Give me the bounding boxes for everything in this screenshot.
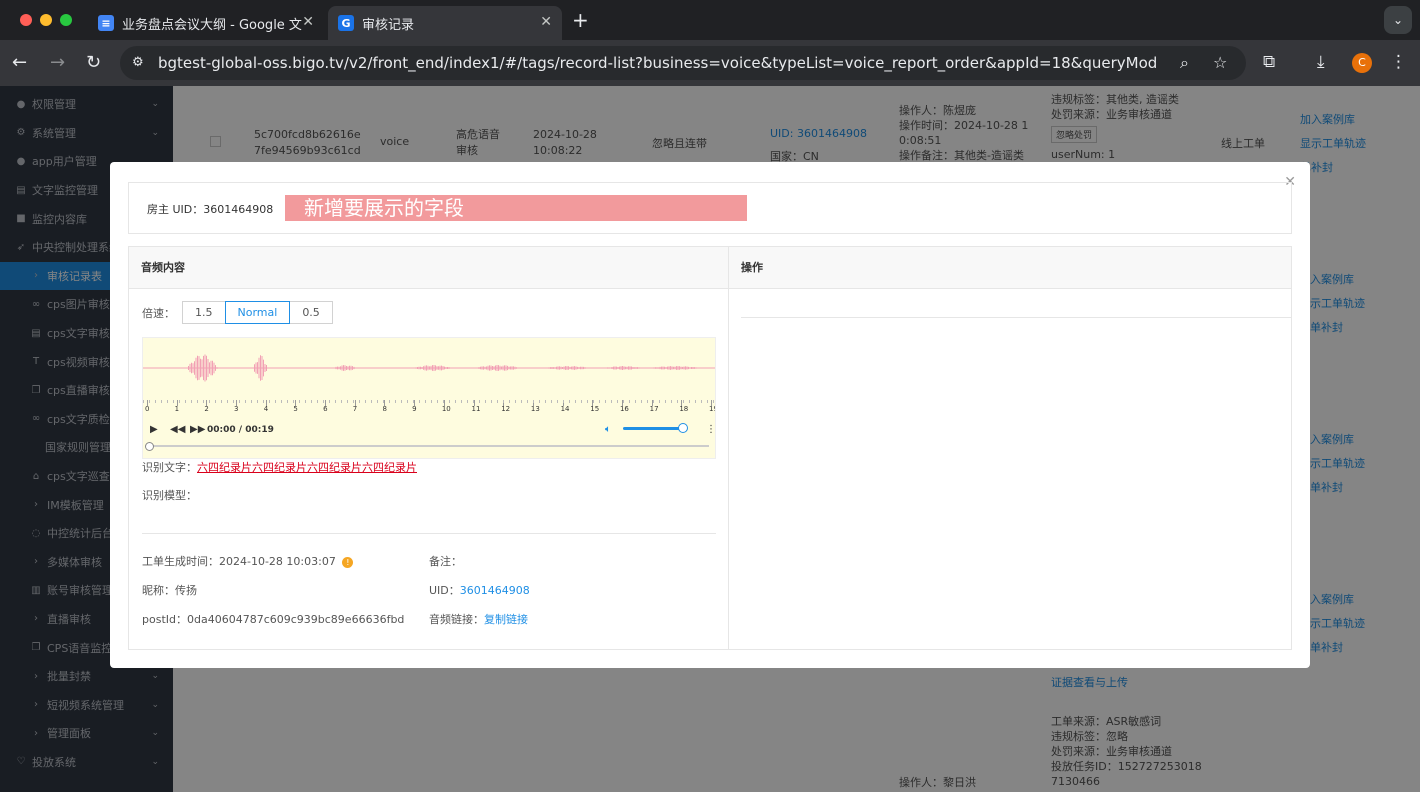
owner-info-box: 房主 UID：3601464908 新增要展示的字段: [128, 182, 1292, 234]
nickname-row: 昵称：传扬: [142, 584, 197, 597]
bookmark-star-icon[interactable]: ☆: [1213, 53, 1227, 72]
play-icon[interactable]: ▶: [150, 424, 158, 435]
browser-tab-records[interactable]: G 审核记录 ✕: [328, 6, 562, 40]
fast-forward-icon[interactable]: ▶▶: [190, 424, 205, 435]
url-text[interactable]: bgtest-global-oss.bigo.tv/v2/front_end/i…: [158, 54, 1158, 72]
minimize-window-button[interactable]: [40, 14, 52, 26]
audio-column: 音频内容 倍速： 1.5 Normal 0.5 0 1 2 3 4 5 6 7 8 9 10 11 12…: [129, 247, 729, 649]
uid-link[interactable]: 3601464908: [460, 584, 530, 597]
timeline-tick-label: 3: [234, 405, 239, 413]
progress-handle[interactable]: [145, 442, 154, 451]
timeline-tick-label: 11: [471, 405, 481, 413]
timeline-baseline: [143, 400, 715, 403]
detail-panel: 音频内容 倍速： 1.5 Normal 0.5 0 1 2 3 4 5 6 7 8 9 10 11 12…: [128, 246, 1292, 650]
operations-header: 操作: [729, 247, 1291, 289]
close-window-button[interactable]: [20, 14, 32, 26]
timeline-tick-label: 12: [501, 405, 511, 413]
timeline-tick-label: 18: [679, 405, 689, 413]
timeline-tick-label: 15: [590, 405, 600, 413]
recognized-text[interactable]: 六四纪录片六四纪录片六四纪录片六四纪录片: [197, 461, 417, 474]
new-field-highlight: 新增要展示的字段: [285, 195, 747, 221]
timeline-tick-label: 10: [441, 405, 451, 413]
operations-column: 操作: [729, 247, 1291, 649]
timeline-tick-label: 1: [174, 405, 180, 413]
close-tab-icon[interactable]: ✕: [540, 14, 552, 30]
audio-player: 012345678910111213141516171819 ▶ ◀◀ ▶▶ 0…: [142, 337, 716, 459]
timeline-tick-label: 4: [263, 405, 269, 413]
recognized-text-row: 识别文字：六四纪录片六四纪录片六四纪录片六四纪录片: [142, 461, 417, 474]
zoom-search-icon[interactable]: ⌕: [1180, 53, 1189, 73]
volume-slider[interactable]: [623, 427, 685, 430]
owner-uid: 房主 UID：3601464908: [147, 203, 274, 216]
rewind-icon[interactable]: ◀◀: [170, 424, 185, 435]
close-tab-icon[interactable]: ✕: [302, 14, 314, 30]
timeline-ruler: 012345678910111213141516171819: [143, 400, 715, 416]
timeline-tick-label: 5: [293, 405, 298, 413]
speed-selector: 倍速： 1.5 Normal 0.5: [142, 301, 333, 324]
timeline-tick-label: 19: [709, 405, 715, 413]
speed-1-5-button[interactable]: 1.5: [182, 301, 226, 324]
audio-header: 音频内容: [129, 247, 728, 289]
browser-toolbar: ← → ↻ ⚙ bgtest-global-oss.bigo.tv/v2/fro…: [0, 40, 1420, 86]
postid-row: postId：0da40604787c609c939bc89e66636fbd: [142, 613, 405, 626]
timeline-tick-label: 9: [412, 405, 417, 413]
g-favicon-icon: G: [338, 15, 354, 31]
tab-search-button[interactable]: ⌄: [1384, 6, 1412, 34]
progress-bar[interactable]: [149, 445, 709, 447]
timeline-tick-label: 0: [145, 405, 150, 413]
copy-link-button[interactable]: 复制链接: [484, 613, 528, 626]
record-detail-modal: ✕ 房主 UID：3601464908 新增要展示的字段 音频内容 倍速： 1.…: [110, 162, 1310, 668]
tab-title: 审核记录: [362, 17, 415, 33]
divider: [142, 533, 716, 534]
site-info-icon[interactable]: ⚙: [132, 55, 144, 70]
more-options-icon[interactable]: ⋮: [706, 424, 715, 435]
maximize-window-button[interactable]: [60, 14, 72, 26]
address-bar[interactable]: ⚙ bgtest-global-oss.bigo.tv/v2/front_end…: [120, 46, 1246, 80]
docs-icon: ≡: [98, 15, 114, 31]
uid-row: UID：3601464908: [429, 584, 530, 597]
speed-label: 倍速：: [142, 306, 175, 320]
time-readout: 00:00 / 00:19: [207, 425, 274, 435]
audio-link-row: 音频链接：复制链接: [429, 613, 528, 626]
timeline-tick-label: 14: [560, 405, 570, 413]
info-icon[interactable]: !: [342, 557, 354, 568]
timeline-tick-label: 13: [530, 405, 540, 413]
volume-icon[interactable]: 🔈︎: [605, 424, 611, 435]
remark-row: 备注：: [429, 555, 462, 568]
volume-handle[interactable]: [678, 423, 688, 433]
tab-title: 业务盘点会议大纲 - Google 文: [122, 17, 302, 33]
back-icon[interactable]: ←: [12, 52, 27, 74]
recognized-model: 识别模型：: [142, 489, 197, 502]
timeline-tick-label: 7: [352, 405, 358, 413]
created-time-row: 工单生成时间：2024-10-28 10:03:07 !: [142, 553, 354, 569]
timeline-tick-label: 16: [619, 405, 629, 413]
profile-avatar[interactable]: C: [1352, 53, 1372, 73]
forward-icon[interactable]: →: [50, 52, 65, 74]
timeline-tick-label: 17: [649, 405, 659, 413]
timeline-tick-label: 8: [382, 405, 387, 413]
timeline-tick-label: 2: [204, 405, 209, 413]
operations-divider: [741, 317, 1291, 318]
reload-icon[interactable]: ↻: [86, 52, 101, 74]
timeline-tick-label: 6: [323, 405, 328, 413]
browser-tab-bar: ≡ 业务盘点会议大纲 - Google 文 ✕ G 审核记录 ✕ + ⌄: [0, 0, 1420, 40]
browser-tab-docs[interactable]: ≡ 业务盘点会议大纲 - Google 文 ✕: [88, 6, 324, 40]
speed-0-5-button[interactable]: 0.5: [289, 301, 333, 324]
extensions-icon[interactable]: ⧉: [1263, 52, 1275, 72]
new-tab-button[interactable]: +: [572, 8, 589, 32]
download-icon[interactable]: ⤓: [1317, 52, 1325, 72]
menu-kebab-icon[interactable]: ⋮: [1390, 52, 1407, 72]
speed-normal-button[interactable]: Normal: [224, 301, 291, 324]
